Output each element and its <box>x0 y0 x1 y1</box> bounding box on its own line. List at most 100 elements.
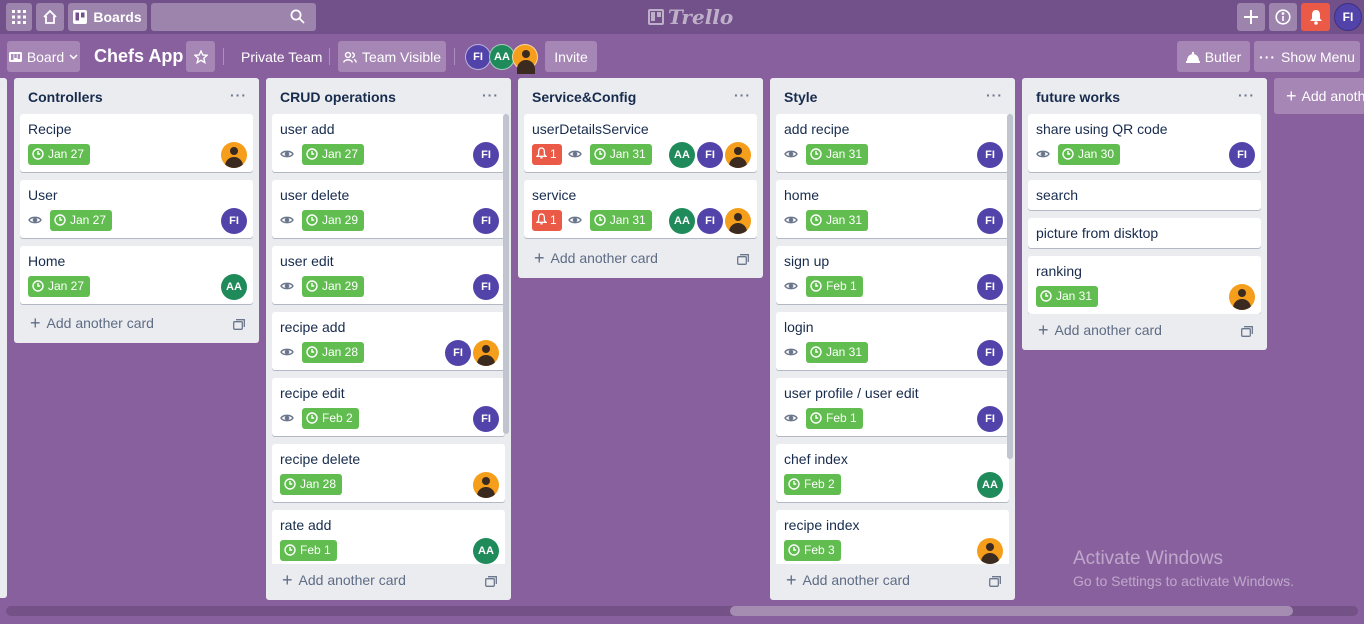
due-date-badge[interactable]: Jan 28 <box>280 473 343 495</box>
list-header[interactable]: CRUD operations ··· <box>266 78 511 114</box>
card-template-icon[interactable] <box>737 252 749 268</box>
member-avatar[interactable]: AA <box>221 274 247 300</box>
list-scrollbar[interactable] <box>503 114 509 434</box>
member-avatar[interactable]: FI <box>1229 142 1255 168</box>
card[interactable]: add recipe Jan 31 FI <box>776 114 1009 172</box>
board-member-avatar[interactable]: FI <box>465 44 491 70</box>
due-date-badge[interactable]: Jan 31 <box>589 209 652 231</box>
member-avatar[interactable]: FI <box>697 142 723 168</box>
horizontal-scrollbar-thumb[interactable] <box>730 606 1293 616</box>
member-avatar[interactable]: AA <box>669 142 695 168</box>
add-card-button[interactable]: + Add another card <box>770 564 1015 596</box>
more-icon[interactable]: ··· <box>986 87 1003 103</box>
card[interactable]: share using QR code Jan 30 FI <box>1028 114 1261 172</box>
member-avatar[interactable]: FI <box>445 340 471 366</box>
due-date-badge[interactable]: Feb 1 <box>806 275 863 297</box>
add-list-button[interactable]: + Add anoth <box>1274 78 1364 114</box>
show-menu-button[interactable]: ··· Show Menu <box>1254 41 1360 72</box>
boards-button[interactable]: Boards <box>68 3 147 31</box>
member-avatar[interactable]: FI <box>977 208 1003 234</box>
add-card-button[interactable]: + Add another card <box>518 242 763 274</box>
member-avatar[interactable]: AA <box>473 538 499 564</box>
visibility-button[interactable]: Team Visible <box>338 41 446 72</box>
due-date-badge[interactable]: Jan 29 <box>302 209 365 231</box>
member-avatar[interactable]: AA <box>977 472 1003 498</box>
create-button[interactable] <box>1237 3 1265 31</box>
card[interactable]: sign up Feb 1 FI <box>776 246 1009 304</box>
invite-button[interactable]: Invite <box>545 41 597 72</box>
add-card-button[interactable]: + Add another card <box>266 564 511 596</box>
member-avatar-photo[interactable] <box>221 142 247 168</box>
card[interactable]: chef index Feb 2 AA <box>776 444 1009 502</box>
due-date-badge[interactable]: Jan 27 <box>28 143 91 165</box>
list-header[interactable]: future works ··· <box>1022 78 1267 114</box>
member-avatar[interactable]: FI <box>473 274 499 300</box>
due-date-badge[interactable]: Jan 27 <box>302 143 365 165</box>
due-date-badge[interactable]: Jan 31 <box>806 341 869 363</box>
card[interactable]: user profile / user edit Feb 1 FI <box>776 378 1009 436</box>
list-title[interactable]: Controllers <box>28 89 103 105</box>
member-avatar-photo[interactable] <box>473 340 499 366</box>
due-date-badge[interactable]: Jan 27 <box>50 209 113 231</box>
due-date-badge[interactable]: Jan 30 <box>1058 143 1121 165</box>
member-avatar[interactable]: AA <box>669 208 695 234</box>
more-icon[interactable]: ··· <box>230 87 247 103</box>
list-title[interactable]: future works <box>1036 89 1120 105</box>
more-icon[interactable]: ··· <box>1238 87 1255 103</box>
board-member-avatar[interactable] <box>512 44 538 74</box>
card[interactable]: login Jan 31 FI <box>776 312 1009 370</box>
add-card-button[interactable]: + Add another card <box>14 307 259 339</box>
member-avatar-photo[interactable] <box>1229 284 1255 310</box>
card[interactable]: rate add Feb 1 AA <box>272 510 505 564</box>
star-board-button[interactable] <box>186 41 215 72</box>
notifications-button[interactable] <box>1301 3 1330 31</box>
due-date-badge[interactable]: Jan 28 <box>302 341 365 363</box>
card[interactable]: picture from disktop <box>1028 218 1261 248</box>
member-avatar[interactable]: FI <box>977 274 1003 300</box>
member-avatar[interactable]: FI <box>473 142 499 168</box>
member-avatar-photo[interactable] <box>725 208 751 234</box>
board-title[interactable]: Chefs App <box>94 46 183 67</box>
member-avatar[interactable]: FI <box>473 208 499 234</box>
member-avatar[interactable]: FI <box>221 208 247 234</box>
board-view-switcher[interactable]: Board <box>7 41 80 72</box>
due-date-badge[interactable]: Feb 1 <box>280 539 337 561</box>
due-date-badge[interactable]: Feb 2 <box>784 473 841 495</box>
more-icon[interactable]: ··· <box>482 87 499 103</box>
apps-menu-button[interactable] <box>6 3 32 31</box>
more-icon[interactable]: ··· <box>734 87 751 103</box>
user-avatar[interactable]: FI <box>1334 3 1362 31</box>
card[interactable]: Recipe Jan 27 <box>20 114 253 172</box>
card-template-icon[interactable] <box>989 574 1001 590</box>
butler-button[interactable]: Butler <box>1177 41 1250 72</box>
member-avatar-photo[interactable] <box>977 538 1003 564</box>
member-avatar[interactable]: FI <box>473 406 499 432</box>
card[interactable]: recipe delete Jan 28 <box>272 444 505 502</box>
card[interactable]: User Jan 27 FI <box>20 180 253 238</box>
member-avatar[interactable]: FI <box>977 340 1003 366</box>
home-button[interactable] <box>36 3 64 31</box>
add-card-button[interactable]: + Add another card <box>1022 314 1267 346</box>
search-icon[interactable] <box>290 9 305 27</box>
list-title[interactable]: CRUD operations <box>280 89 396 105</box>
card[interactable]: userDetailsService 1 Jan 31 AA FI <box>524 114 757 172</box>
card[interactable]: ranking Jan 31 <box>1028 256 1261 314</box>
card-template-icon[interactable] <box>485 574 497 590</box>
team-button[interactable]: Private Team <box>241 41 322 72</box>
due-date-badge[interactable]: Jan 31 <box>806 143 869 165</box>
list-title[interactable]: Service&Config <box>532 89 636 105</box>
member-avatar-photo[interactable] <box>725 142 751 168</box>
due-date-badge[interactable]: Feb 3 <box>784 539 841 561</box>
card-template-icon[interactable] <box>233 317 245 333</box>
member-avatar-photo[interactable] <box>473 472 499 498</box>
due-date-badge[interactable]: Jan 31 <box>806 209 869 231</box>
card[interactable]: user delete Jan 29 FI <box>272 180 505 238</box>
list-scrollbar[interactable] <box>1007 114 1013 459</box>
list-title[interactable]: Style <box>784 89 817 105</box>
due-date-badge[interactable]: Jan 27 <box>28 275 91 297</box>
member-avatar[interactable]: FI <box>977 142 1003 168</box>
due-date-badge[interactable]: Jan 31 <box>1036 285 1099 307</box>
list-header[interactable]: Service&Config ··· <box>518 78 763 114</box>
trello-logo[interactable]: Trello <box>648 5 733 29</box>
list-header[interactable]: Style ··· <box>770 78 1015 114</box>
